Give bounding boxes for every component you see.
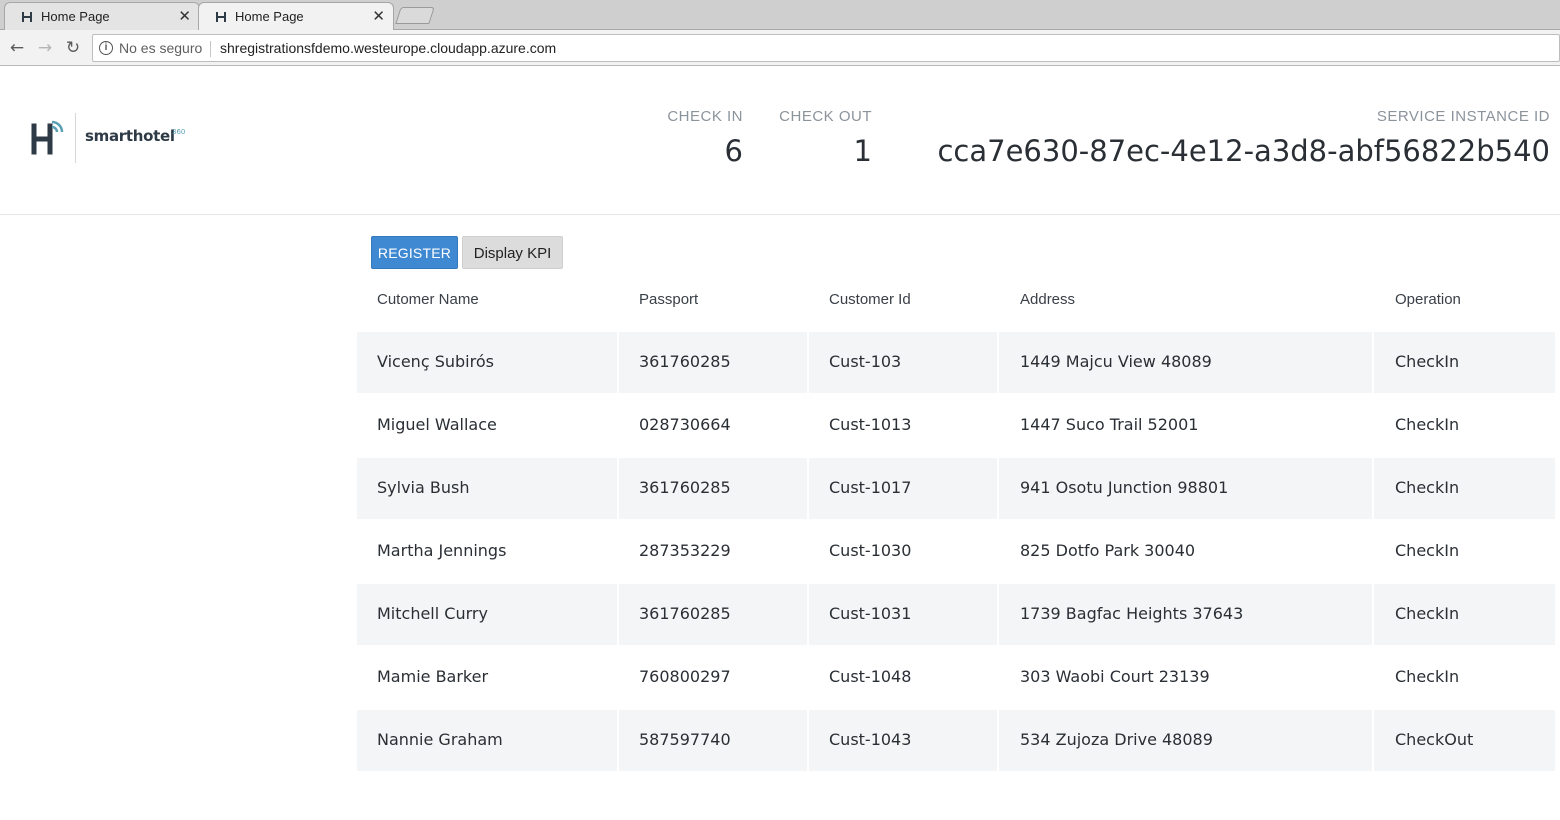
brand-name: smarthotel <box>85 127 175 145</box>
forward-arrow-icon[interactable]: → <box>34 37 56 59</box>
browser-tab-strip: Home Page ✕ Home Page ✕ <box>0 0 1560 31</box>
table-row: Mamie Barker 760800297 Cust-1048 303 Wao… <box>357 647 1555 708</box>
table-row: Mitchell Curry 361760285 Cust-1031 1739 … <box>357 584 1555 645</box>
table-row: Vicenç Subirós 361760285 Cust-103 1449 M… <box>357 332 1555 393</box>
display-kpi-button[interactable]: Display KPI <box>462 236 563 269</box>
cell-divider <box>997 332 999 393</box>
cell-address: 1449 Majcu View 48089 <box>1020 352 1212 371</box>
table-row: Sylvia Bush 361760285 Cust-1017 941 Osot… <box>357 458 1555 519</box>
cell-customer-name: Sylvia Bush <box>377 478 470 497</box>
cell-operation: CheckIn <box>1395 478 1460 497</box>
cell-divider <box>997 458 999 519</box>
table-row: Miguel Wallace 028730664 Cust-1013 1447 … <box>357 395 1555 456</box>
cell-customer-name: Martha Jennings <box>377 541 507 560</box>
table-row: Nannie Graham 587597740 Cust-1043 534 Zu… <box>357 710 1555 771</box>
column-header-passport: Passport <box>639 291 699 308</box>
cell-divider <box>807 458 809 519</box>
cell-address: 825 Dotfo Park 30040 <box>1020 541 1196 560</box>
checkin-value: 6 <box>724 134 743 168</box>
cell-divider <box>997 710 999 771</box>
cell-divider <box>1372 458 1374 519</box>
logo-divider <box>75 113 76 163</box>
header-divider <box>0 214 1560 215</box>
cell-customer-id: Cust-1031 <box>829 604 912 623</box>
cell-divider <box>807 332 809 393</box>
cell-customer-name: Mitchell Curry <box>377 604 488 623</box>
cell-divider <box>1372 584 1374 645</box>
tab-title: Home Page <box>235 9 304 24</box>
smarthotel-favicon-icon <box>216 12 226 22</box>
security-label[interactable]: No es seguro <box>119 40 202 56</box>
close-tab-icon[interactable]: ✕ <box>178 7 191 25</box>
smarthotel-logo-icon <box>31 120 64 155</box>
browser-toolbar: ← → ↻ i No es seguro shregistrationsfdem… <box>0 30 1560 66</box>
cell-customer-id: Cust-1013 <box>829 415 912 434</box>
cell-operation: CheckOut <box>1395 730 1474 749</box>
cell-address: 303 Waobi Court 23139 <box>1020 667 1210 686</box>
cell-passport: 760800297 <box>639 667 731 686</box>
cell-customer-id: Cust-1048 <box>829 667 912 686</box>
cell-operation: CheckIn <box>1395 667 1460 686</box>
brand-superscript: 360 <box>172 128 186 136</box>
cell-customer-name: Miguel Wallace <box>377 415 497 434</box>
address-bar[interactable]: i No es seguro shregistrationsfdemo.west… <box>92 34 1560 62</box>
cell-passport: 361760285 <box>639 604 731 623</box>
cell-address: 941 Osotu Junction 98801 <box>1020 478 1229 497</box>
close-tab-icon[interactable]: ✕ <box>372 7 385 25</box>
cell-customer-name: Mamie Barker <box>377 667 489 686</box>
cell-customer-id: Cust-1017 <box>829 478 912 497</box>
new-tab-button[interactable] <box>395 7 435 24</box>
column-header-customer-name: Cutomer Name <box>377 291 479 308</box>
cell-passport: 587597740 <box>639 730 731 749</box>
column-header-customer-id: Customer Id <box>829 291 911 308</box>
browser-tab-2[interactable]: Home Page ✕ <box>198 2 394 31</box>
checkout-label: CHECK OUT <box>779 108 872 125</box>
cell-divider <box>617 710 619 771</box>
reload-icon[interactable]: ↻ <box>62 37 84 59</box>
column-header-operation: Operation <box>1395 291 1461 308</box>
cell-operation: CheckIn <box>1395 541 1460 560</box>
checkout-value: 1 <box>853 134 872 168</box>
cell-customer-id: Cust-103 <box>829 352 902 371</box>
column-header-address: Address <box>1020 291 1076 308</box>
cell-operation: CheckIn <box>1395 352 1460 371</box>
cell-divider <box>617 458 619 519</box>
browser-tab-1[interactable]: Home Page ✕ <box>4 2 200 30</box>
service-instance-label: SERVICE INSTANCE ID <box>1376 108 1550 125</box>
cell-divider <box>807 584 809 645</box>
cell-address: 1447 Suco Trail 52001 <box>1020 415 1199 434</box>
cell-operation: CheckIn <box>1395 604 1460 623</box>
cell-divider <box>617 332 619 393</box>
cell-customer-id: Cust-1030 <box>829 541 912 560</box>
back-arrow-icon[interactable]: ← <box>6 37 28 59</box>
register-button[interactable]: REGISTER <box>371 236 458 269</box>
cell-divider <box>617 584 619 645</box>
smarthotel-favicon-icon <box>22 12 32 22</box>
cell-divider <box>1372 710 1374 771</box>
cell-divider <box>997 584 999 645</box>
cell-passport: 287353229 <box>639 541 731 560</box>
checkin-label: CHECK IN <box>667 108 743 125</box>
table-row: Martha Jennings 287353229 Cust-1030 825 … <box>357 521 1555 582</box>
cell-passport: 361760285 <box>639 352 731 371</box>
url-text[interactable]: shregistrationsfdemo.westeurope.cloudapp… <box>220 40 556 56</box>
cell-passport: 361760285 <box>639 478 731 497</box>
cell-customer-id: Cust-1043 <box>829 730 912 749</box>
info-icon[interactable]: i <box>99 41 113 55</box>
cell-divider <box>807 710 809 771</box>
cell-divider <box>1372 332 1374 393</box>
cell-customer-name: Nannie Graham <box>377 730 503 749</box>
cell-address: 534 Zujoza Drive 48089 <box>1020 730 1213 749</box>
cell-passport: 028730664 <box>639 415 731 434</box>
cell-operation: CheckIn <box>1395 415 1460 434</box>
tab-title: Home Page <box>41 9 110 24</box>
cell-customer-name: Vicenç Subirós <box>377 352 494 371</box>
address-divider <box>210 41 211 57</box>
service-instance-id: cca7e630-87ec-4e12-a3d8-abf56822b540 <box>937 134 1550 168</box>
cell-address: 1739 Bagfac Heights 37643 <box>1020 604 1244 623</box>
